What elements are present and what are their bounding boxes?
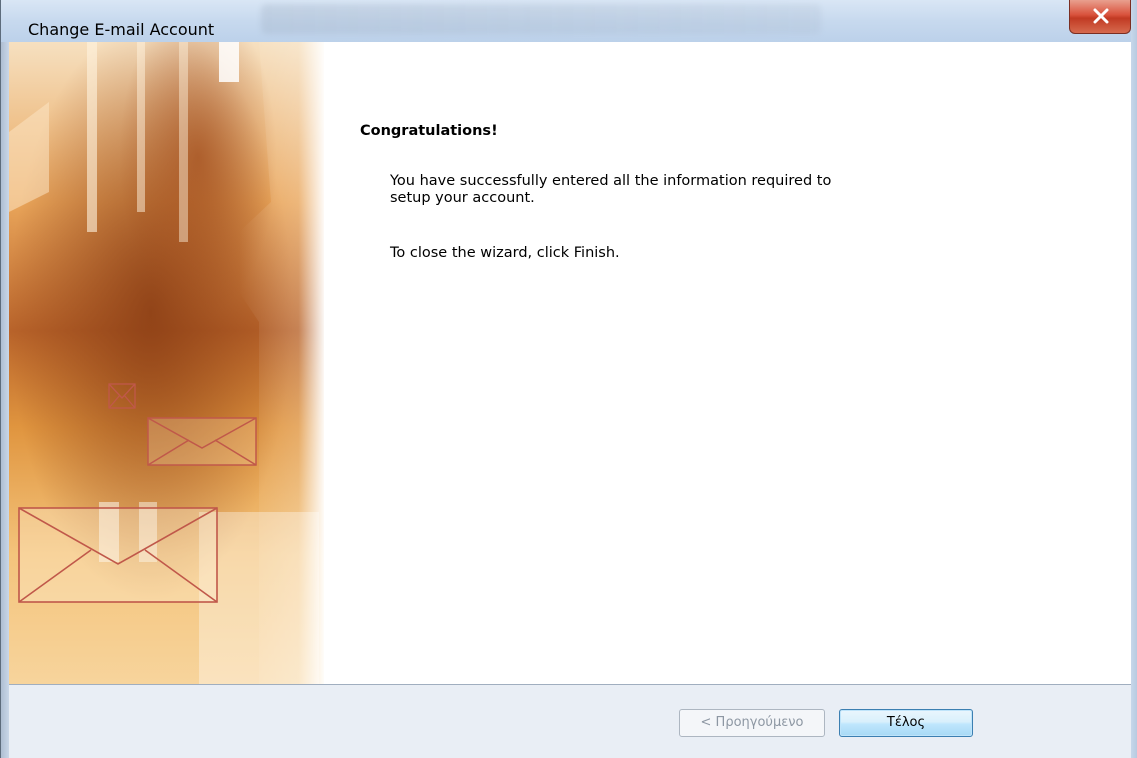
wizard-banner-image [9, 42, 324, 684]
background-window-ghost [261, 4, 821, 34]
change-email-account-dialog: Change E-mail Account Congratulations! Y… [0, 0, 1137, 758]
wizard-footer: < Προηγούμενο Τέλος [9, 685, 1131, 758]
wizard-content-panel: Congratulations! You have successfully e… [324, 42, 1131, 684]
finish-instruction: To close the wizard, click Finish. [390, 245, 620, 261]
close-icon [1093, 8, 1109, 24]
back-button[interactable]: < Προηγούμενο [679, 709, 825, 737]
finish-button[interactable]: Τέλος [839, 709, 973, 737]
title-bar[interactable]: Change E-mail Account [1, 0, 1137, 42]
close-button[interactable] [1069, 0, 1131, 34]
envelope-icon [18, 507, 218, 603]
success-message: You have successfully entered all the in… [390, 173, 832, 206]
window-left-frame [1, 42, 9, 758]
envelope-icon [147, 417, 257, 466]
window-right-frame [1131, 0, 1137, 758]
window-title: Change E-mail Account [28, 20, 215, 39]
page-heading: Congratulations! [360, 123, 498, 139]
